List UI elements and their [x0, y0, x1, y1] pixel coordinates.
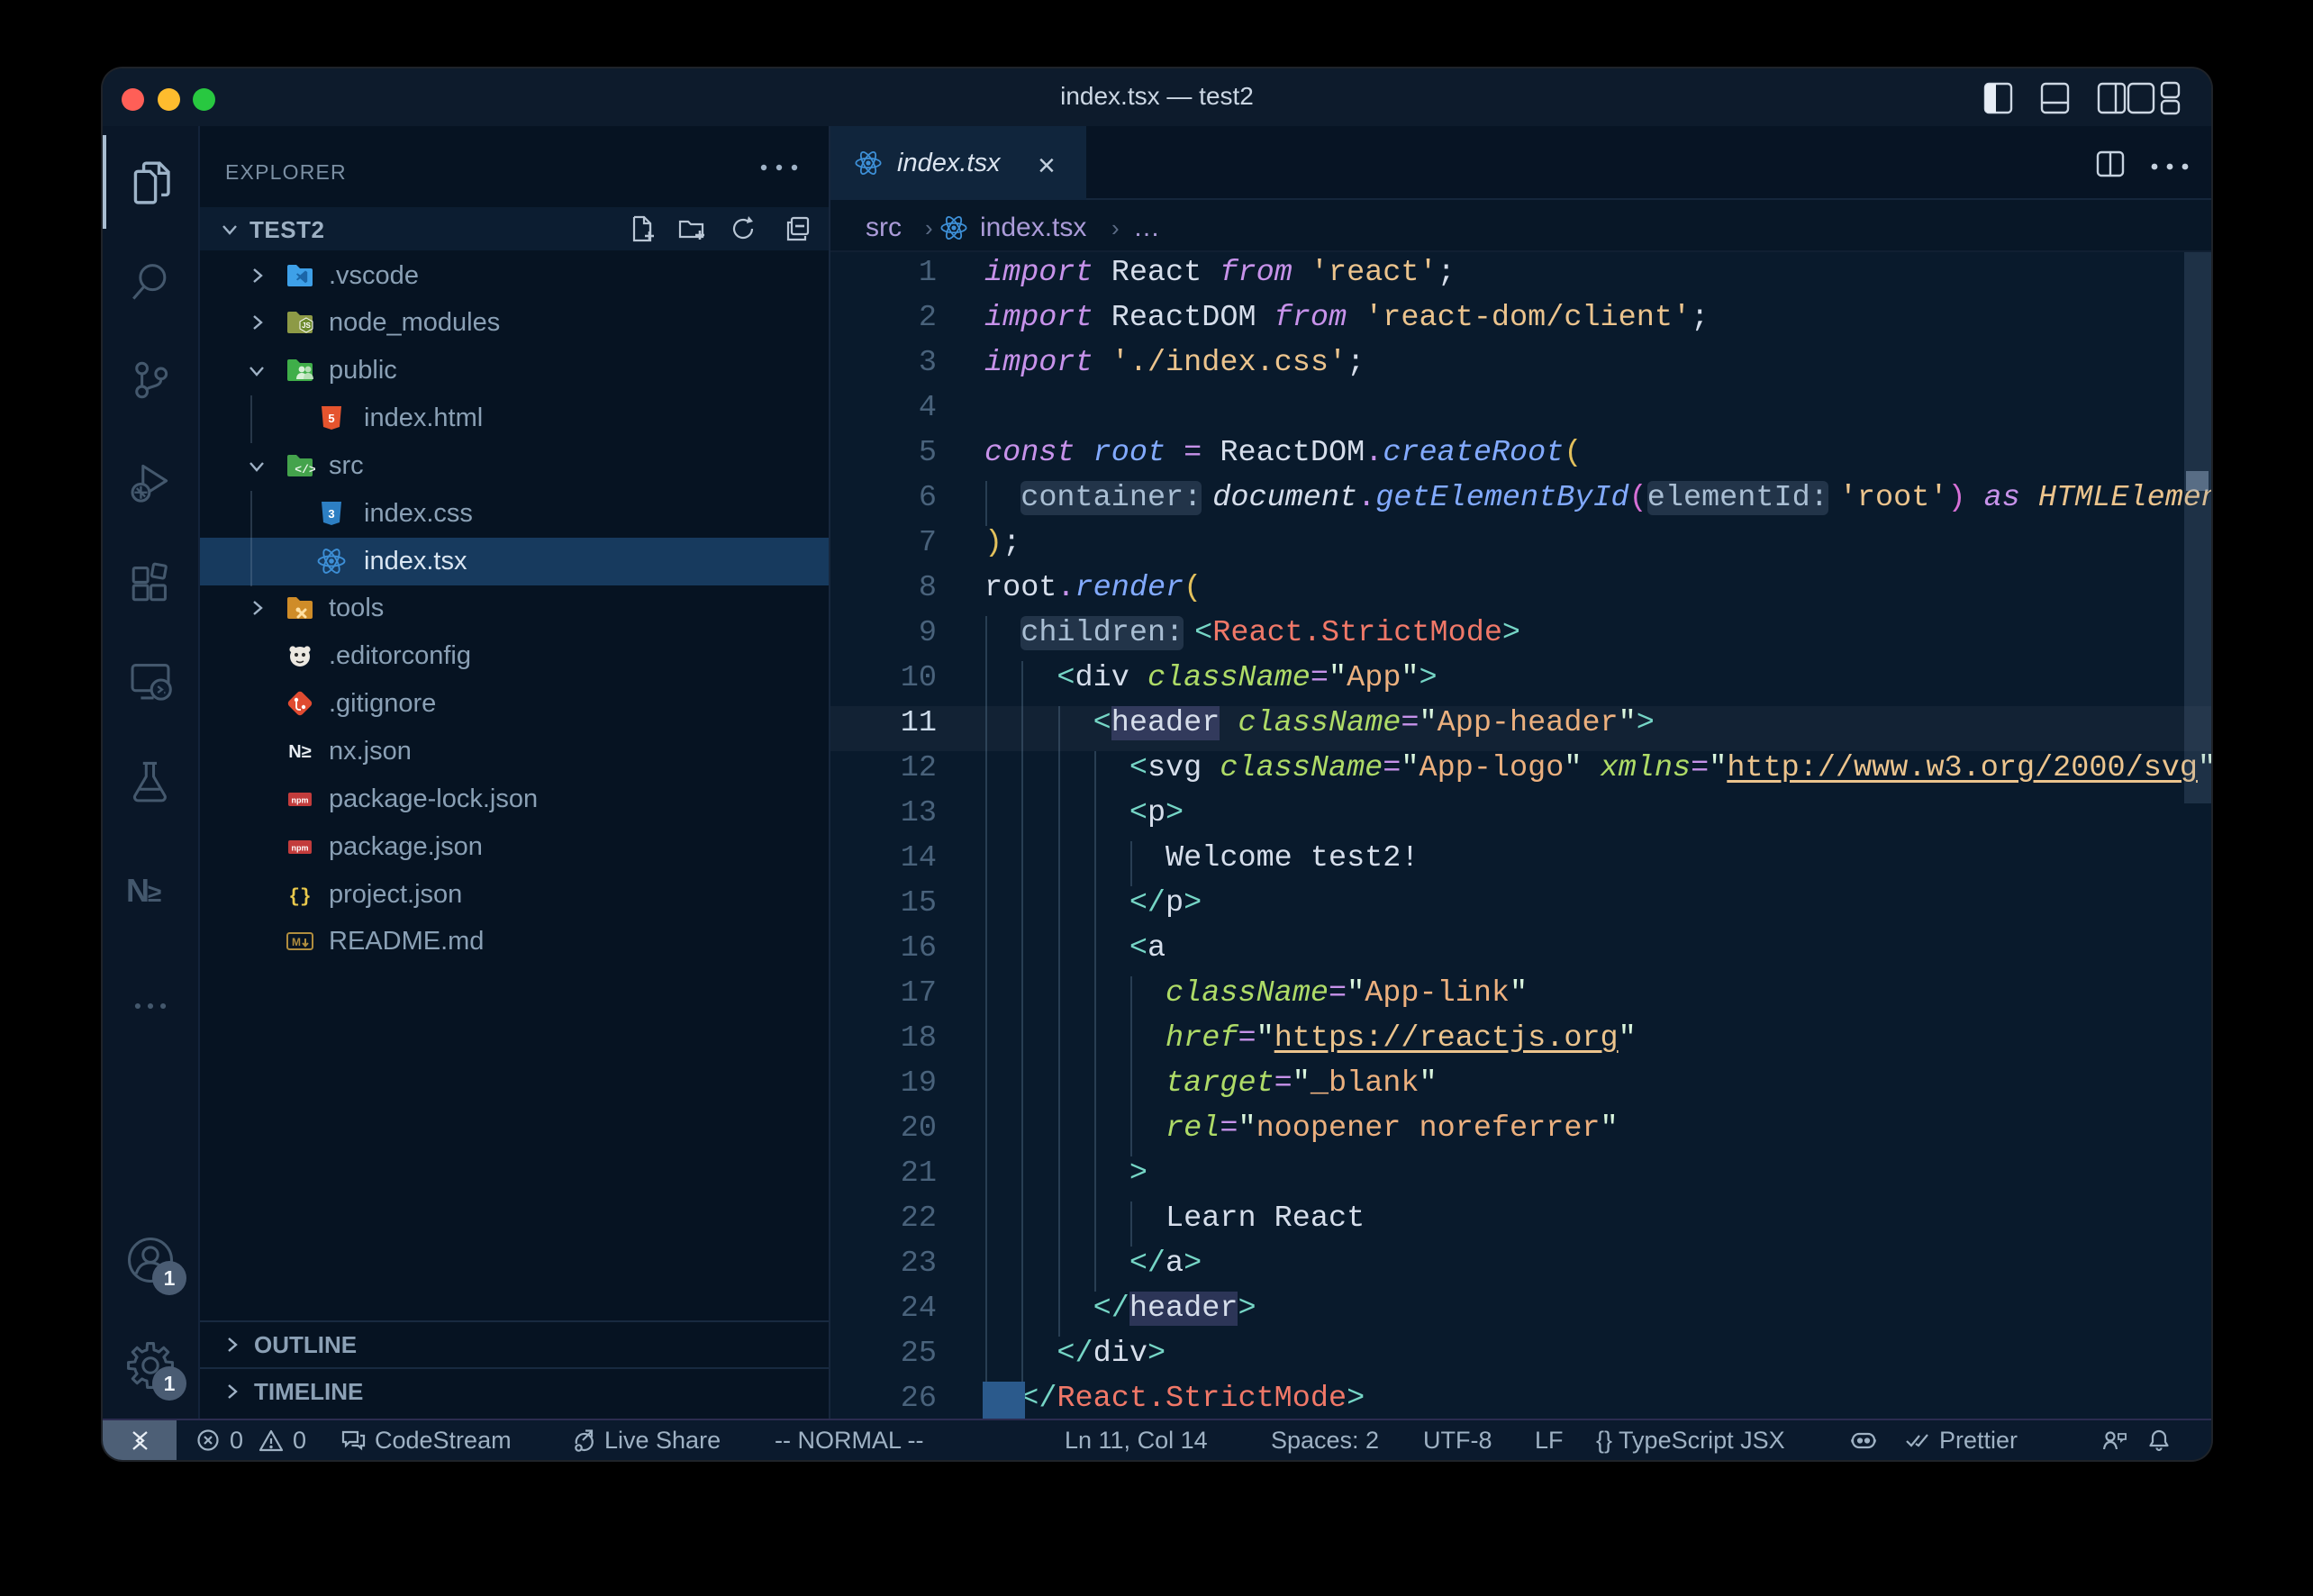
svg-text:npm: npm	[292, 844, 309, 853]
svg-text:JS: JS	[302, 322, 311, 330]
svg-text:5: 5	[328, 412, 334, 425]
svg-text:3: 3	[328, 507, 334, 521]
svg-text:npm: npm	[292, 796, 309, 805]
svg-text:</>: </>	[295, 463, 315, 476]
svg-text:N≥: N≥	[288, 742, 311, 762]
svg-text:M: M	[292, 936, 301, 948]
svg-text:{}: {}	[288, 887, 311, 908]
